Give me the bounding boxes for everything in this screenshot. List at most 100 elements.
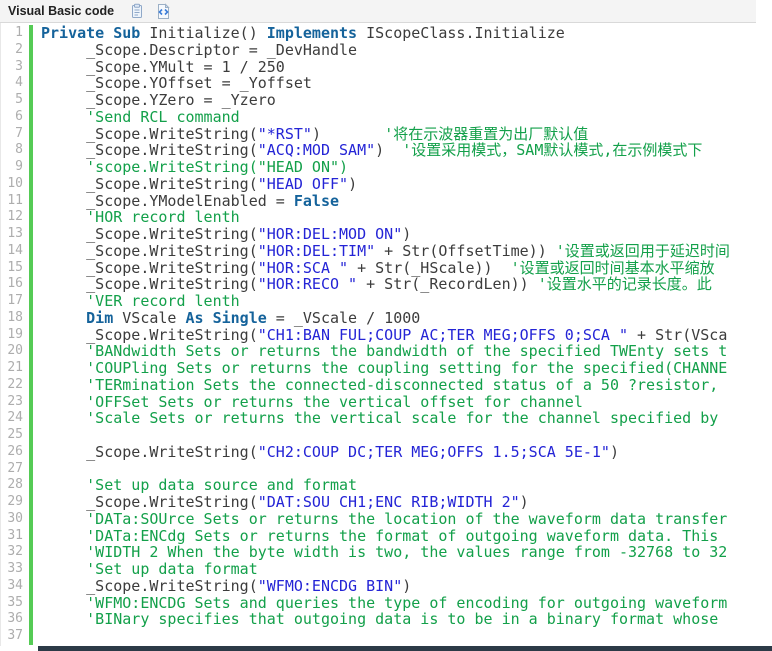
string-token: "DAT:SOU CH1;ENC RIB;WIDTH 2" bbox=[257, 493, 520, 511]
line-number: 3 bbox=[1, 58, 33, 76]
code-token: _Scope.YModelEnabled = bbox=[41, 191, 294, 210]
line-number: 9 bbox=[1, 159, 33, 176]
comment-token: '将在示波器重置为出厂默认值 bbox=[384, 124, 589, 143]
horizontal-scrollbar[interactable] bbox=[38, 646, 772, 651]
code-token: ) bbox=[311, 124, 385, 143]
code-text: 'Scale Sets or returns the vertical scal… bbox=[33, 409, 718, 427]
string-token: "HOR:RECO " bbox=[257, 275, 358, 294]
code-token: + Str(VSca bbox=[628, 325, 728, 344]
keyword-token: As Single bbox=[185, 308, 267, 327]
code-text: _Scope.WriteString("HOR:DEL:MOD ON") bbox=[33, 225, 411, 243]
line-number: 29 bbox=[1, 494, 33, 511]
code-text: Private Sub Initialize() Implements ISco… bbox=[33, 24, 565, 42]
comment-token: 'VER record lenth bbox=[41, 292, 240, 310]
line-number: 37 bbox=[1, 628, 33, 645]
code-line: 14 _Scope.WriteString("HOR:DEL:TIM" + St… bbox=[1, 241, 772, 260]
line-number: 5 bbox=[1, 92, 33, 109]
code-line: 7 _Scope.WriteString("*RST") '将在示波器重置为出厂… bbox=[1, 124, 772, 143]
code-text: 'COUPling Sets or returns the coupling s… bbox=[33, 359, 727, 377]
comment-token: 'Set up data source and format bbox=[41, 476, 358, 495]
code-line: 36 'BINary specifies that outgoing data … bbox=[1, 611, 772, 628]
line-number: 10 bbox=[1, 175, 33, 193]
keyword-token: Dim bbox=[86, 308, 114, 327]
code-text: _Scope.YOffset = _Yoffset bbox=[33, 74, 312, 92]
code-token: _Scope.WriteString( bbox=[41, 442, 258, 461]
comment-token: 'DATa:SOUrce Sets or returns the locatio… bbox=[41, 509, 728, 528]
code-block-header: Visual Basic code bbox=[0, 0, 756, 23]
code-text: _Scope.WriteString("WFMO:ENCDG BIN") bbox=[33, 577, 411, 595]
comment-token: 'Scale Sets or returns the vertical scal… bbox=[41, 409, 719, 428]
code-line: 10 _Scope.WriteString("HEAD OFF") bbox=[1, 174, 772, 193]
line-number: 26 bbox=[1, 443, 33, 461]
copy-icon[interactable] bbox=[128, 3, 145, 20]
line-number: 24 bbox=[1, 410, 33, 427]
keyword-token: Implements bbox=[266, 24, 367, 42]
line-number: 36 bbox=[1, 611, 33, 628]
code-text: _Scope.WriteString("ACQ:MOD SAM") '设置采用模… bbox=[33, 141, 702, 159]
line-number: 13 bbox=[1, 226, 33, 243]
code-token: _Scope.YMult = 1 / 250 bbox=[41, 57, 285, 76]
code-line: 6 'Send RCL command bbox=[1, 108, 772, 126]
line-number: 18 bbox=[1, 309, 33, 327]
line-number: 15 bbox=[1, 259, 33, 277]
keyword-token: Private Sub bbox=[41, 24, 150, 42]
comment-token: 'DATa:ENCdg Sets or returns the format o… bbox=[41, 526, 719, 545]
code-token: _Scope.WriteString( bbox=[41, 493, 258, 511]
code-text: 'WIDTH 2 When the byte width is two, the… bbox=[33, 543, 727, 561]
code-area: 1 Private Sub Initialize() Implements ISc… bbox=[0, 23, 772, 646]
code-token: _Scope.WriteString( bbox=[41, 241, 258, 260]
code-token: + Str(OffsetTime)) bbox=[375, 241, 556, 260]
code-text: Dim VScale As Single = _VScale / 1000 bbox=[33, 309, 420, 327]
code-token: _Scope.WriteString( bbox=[41, 141, 258, 160]
code-line: 20 'BANdwidth Sets or returns the bandwi… bbox=[1, 343, 772, 360]
code-line: 13 _Scope.WriteString("HOR:DEL:MOD ON") bbox=[1, 226, 772, 243]
line-number: 6 bbox=[1, 108, 33, 126]
comment-token: 'WFMO:ENCDG Sets and queries the type of… bbox=[41, 593, 728, 612]
code-text: _Scope.WriteString("CH2:COUP DC;TER MEG;… bbox=[33, 443, 619, 461]
line-number: 21 bbox=[1, 360, 33, 377]
code-token: ) bbox=[375, 141, 403, 160]
code-token: ) bbox=[609, 442, 619, 461]
line-number: 4 bbox=[1, 75, 33, 92]
code-text: 'Set up data source and format bbox=[33, 476, 357, 494]
code-token: + Str(_HScale)) bbox=[348, 258, 511, 277]
line-number: 16 bbox=[1, 276, 33, 293]
string-token: "ACQ:MOD SAM" bbox=[257, 141, 376, 160]
string-token: "*RST" bbox=[257, 124, 312, 143]
code-text: _Scope.YModelEnabled = False bbox=[33, 192, 339, 210]
line-number: 20 bbox=[1, 343, 33, 360]
code-token: _Scope.WriteString( bbox=[41, 275, 258, 294]
code-token: _Scope.Descriptor = _DevHandle bbox=[41, 40, 358, 59]
code-text: 'scope.WriteString("HEAD ON") bbox=[33, 158, 348, 176]
code-token: ) bbox=[519, 493, 529, 511]
line-number: 12 bbox=[1, 209, 33, 226]
code-text: 'DATa:SOUrce Sets or returns the locatio… bbox=[33, 510, 727, 528]
code-text: 'WFMO:ENCDG Sets and queries the type of… bbox=[33, 594, 727, 612]
string-token: "HOR:SCA " bbox=[257, 258, 349, 277]
code-view-icon[interactable] bbox=[155, 2, 172, 20]
code-line: 15 _Scope.WriteString("HOR:SCA " + Str(_… bbox=[1, 259, 772, 277]
code-line: 25 bbox=[1, 427, 772, 444]
line-number: 33 bbox=[1, 561, 33, 578]
line-number: 31 bbox=[1, 527, 33, 545]
code-line: 17 'VER record lenth bbox=[1, 293, 772, 310]
string-token: "HEAD OFF" bbox=[257, 174, 349, 193]
code-line: 21 'COUPling Sets or returns the couplin… bbox=[1, 360, 772, 377]
line-number: 11 bbox=[1, 192, 33, 210]
comment-token: 'HOR record lenth bbox=[41, 208, 240, 227]
code-line: 1 Private Sub Initialize() Implements ISc… bbox=[1, 25, 772, 42]
code-line: 33 'Set up data format bbox=[1, 561, 772, 578]
code-line: 30 'DATa:SOUrce Sets or returns the loca… bbox=[1, 510, 772, 528]
code-line: 37 bbox=[1, 628, 772, 645]
code-token: _Scope.WriteString( bbox=[41, 225, 258, 243]
keyword-token: False bbox=[293, 191, 340, 210]
comment-token: 'TERmination Sets the connected-disconne… bbox=[41, 375, 719, 394]
code-line: 22 'TERmination Sets the connected-disco… bbox=[1, 375, 772, 394]
code-text: _Scope.WriteString("HOR:SCA " + Str(_HSc… bbox=[33, 259, 715, 277]
line-number: 32 bbox=[1, 544, 33, 561]
code-line: 29 _Scope.WriteString("DAT:SOU CH1;ENC R… bbox=[1, 494, 772, 511]
code-text: 'VER record lenth bbox=[33, 292, 240, 310]
line-number: 19 bbox=[1, 326, 33, 344]
code-line: 24 'Scale Sets or returns the vertical s… bbox=[1, 410, 772, 427]
